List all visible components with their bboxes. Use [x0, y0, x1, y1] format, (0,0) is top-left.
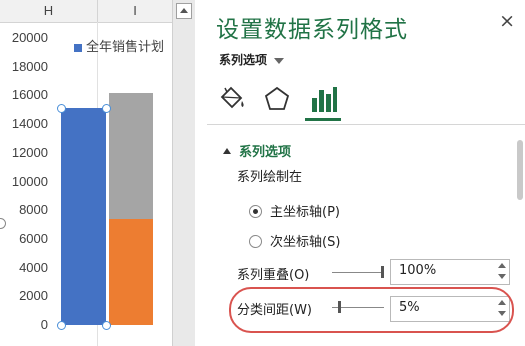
spin-up-arrow-icon[interactable]: [497, 261, 507, 271]
secondary-axis-label: 次坐标轴(S): [270, 235, 341, 250]
y-tick-label: 18000: [11, 58, 48, 74]
series-overlap-slider-thumb[interactable]: [381, 266, 384, 278]
series-overlap-slider[interactable]: [332, 272, 384, 273]
series-overlap-value[interactable]: 100%: [399, 263, 436, 278]
plot-series-on-label: 系列绘制在: [237, 170, 303, 185]
bar-series-grey[interactable]: [109, 92, 153, 219]
pane-scrollbar-thumb[interactable]: [517, 140, 523, 200]
chart-legend[interactable]: 全年销售计划: [74, 36, 164, 55]
primary-axis-radio[interactable]: [249, 205, 262, 218]
bar-chart-icon[interactable]: [309, 84, 339, 114]
primary-axis-option[interactable]: 主坐标轴(P): [249, 201, 340, 220]
chevron-down-icon: [274, 57, 285, 64]
y-tick-label: 10000: [11, 173, 48, 189]
pane-title: 设置数据系列格式: [216, 17, 408, 43]
series-overlap-label: 系列重叠(O): [237, 268, 310, 283]
y-tick-label: 8000: [19, 202, 48, 218]
y-tick-label: 6000: [19, 230, 48, 246]
spin-down-arrow-icon[interactable]: [497, 272, 507, 282]
chart-resize-handle[interactable]: [0, 218, 6, 229]
y-tick-label: 0: [40, 317, 48, 332]
series-options-section-header[interactable]: 系列选项: [223, 141, 291, 160]
format-data-series-pane: 设置数据系列格式 × 系列选项 系列选项 系列绘制在 主坐标轴(P) 次坐标轴(…: [195, 0, 525, 346]
divider: [207, 124, 525, 125]
vertical-scrollbar[interactable]: [172, 0, 196, 346]
y-tick-label: 20000: [11, 30, 48, 45]
section-title-label: 系列选项: [239, 145, 292, 160]
bar-series-plan[interactable]: [61, 108, 106, 325]
y-tick-label: 2000: [19, 288, 48, 304]
gap-width-highlight-annotation: [229, 287, 514, 333]
scroll-up-arrow-icon[interactable]: [176, 3, 192, 19]
legend-swatch: [74, 43, 82, 52]
y-tick-label: 12000: [11, 144, 48, 160]
fill-line-icon[interactable]: [217, 84, 247, 114]
y-tick-label: 14000: [11, 116, 48, 132]
bar-series-orange[interactable]: [109, 218, 153, 325]
y-tick-label: 4000: [19, 259, 48, 275]
series-options-dropdown-label: 系列选项: [219, 53, 268, 67]
series-overlap-input[interactable]: 100%: [390, 259, 510, 285]
chart[interactable]: 全年销售计划 20000 18000 16000 14000 12000 10000 800…: [0, 22, 172, 346]
secondary-axis-radio[interactable]: [249, 235, 262, 248]
column-header-h[interactable]: H: [0, 0, 98, 22]
close-icon[interactable]: ×: [499, 11, 515, 31]
column-header-i[interactable]: I: [98, 0, 172, 22]
spreadsheet-area: H I 全年销售计划 20000 18000 16000 14000 12000 1000…: [0, 0, 172, 346]
active-tab-indicator: [305, 118, 341, 121]
effects-pentagon-icon[interactable]: [262, 84, 292, 114]
selection-handle[interactable]: [102, 321, 111, 330]
collapse-triangle-icon: [223, 147, 231, 154]
y-tick-label: 16000: [11, 87, 48, 103]
selection-handle[interactable]: [57, 321, 66, 330]
primary-axis-label: 主坐标轴(P): [270, 205, 340, 220]
column-header-row: H I: [0, 0, 172, 23]
legend-label: 全年销售计划: [86, 40, 165, 55]
secondary-axis-option[interactable]: 次坐标轴(S): [249, 231, 340, 250]
series-options-dropdown[interactable]: 系列选项: [219, 51, 285, 68]
